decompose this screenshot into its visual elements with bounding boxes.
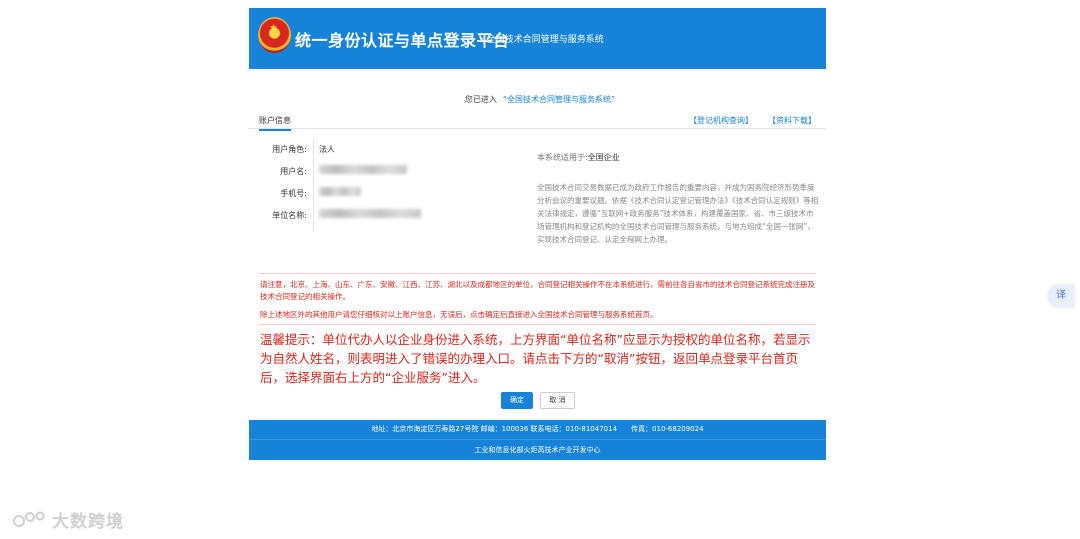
watermark-text: 大数跨境 [52, 512, 124, 532]
org-query-link[interactable]: 【登记机构查询】 [689, 115, 753, 126]
footer-organization: 工业和信息化部火炬高技术产业开发中心 [249, 439, 826, 460]
system-subtitle: · 全国技术合同管理与服务系统 [481, 35, 604, 45]
phone-label: 手机号: [280, 189, 307, 198]
tab-bar: 账户信息 【登记机构查询】 【资料下载】 [249, 112, 826, 131]
username-label: 用户名: [280, 167, 307, 176]
region-notice: 请注意，北京、上海、山东、广东、安徽、江西、江苏、湖北以及成都地区的单位，合同登… [260, 280, 815, 301]
applies-label: 本系统适用于: [537, 153, 588, 162]
confirm-button[interactable]: 确定 [501, 392, 533, 409]
site-header: ★ 统一身份认证与单点登录平台 · 全国技术合同管理与服务系统 [249, 8, 826, 69]
account-info-panel: 用户角色: 法人 用户名: 手机号: 单位名称: 本系统适用于:全国企业 全国技… [249, 137, 826, 267]
account-divider [313, 140, 314, 232]
unit-name-redacted [319, 209, 421, 218]
entered-system-name: “全国技术合同管理与服务系统” [502, 95, 616, 104]
translate-button[interactable]: 译 [1048, 285, 1074, 307]
warm-tips: 温馨提示：单位代办人以企业身份进入系统，上方界面“单位名称”应显示为授权的单位名… [260, 332, 811, 385]
role-value: 法人 [319, 145, 335, 154]
divider [259, 324, 816, 325]
download-link[interactable]: 【资料下载】 [768, 115, 816, 126]
entered-prefix: 您已进入 [464, 95, 497, 104]
tab-account-info[interactable]: 账户信息 [259, 115, 291, 131]
divider [259, 273, 816, 274]
cancel-button[interactable]: 取 消 [540, 392, 575, 409]
username-redacted [319, 165, 407, 174]
watermark-logo-icon [13, 511, 45, 527]
system-description: 全国技术合同交易数据已成为政府工作报告的重要内容，并成为国务院经济形势季度分析会… [537, 183, 819, 244]
platform-title: 统一身份认证与单点登录平台 [295, 31, 510, 50]
footer-address: 地址：北京市海淀区万寿路27号院 邮编：100036 联系电话：010-8104… [249, 420, 826, 439]
unit-label: 单位名称: [272, 211, 307, 220]
entered-system-notice: 您已进入 “全国技术合同管理与服务系统” [0, 94, 1080, 105]
applies-to: 本系统适用于:全国企业 [537, 152, 620, 163]
phone-redacted [319, 187, 361, 196]
applies-value: 全国企业 [587, 153, 620, 162]
national-emblem-icon: ★ [258, 17, 291, 53]
role-label: 用户角色: [272, 145, 307, 154]
verify-notice: 除上述地区外的其他用户请您仔细核对以上账户信息，无误后，点击确定后直接进入全国技… [260, 310, 658, 319]
